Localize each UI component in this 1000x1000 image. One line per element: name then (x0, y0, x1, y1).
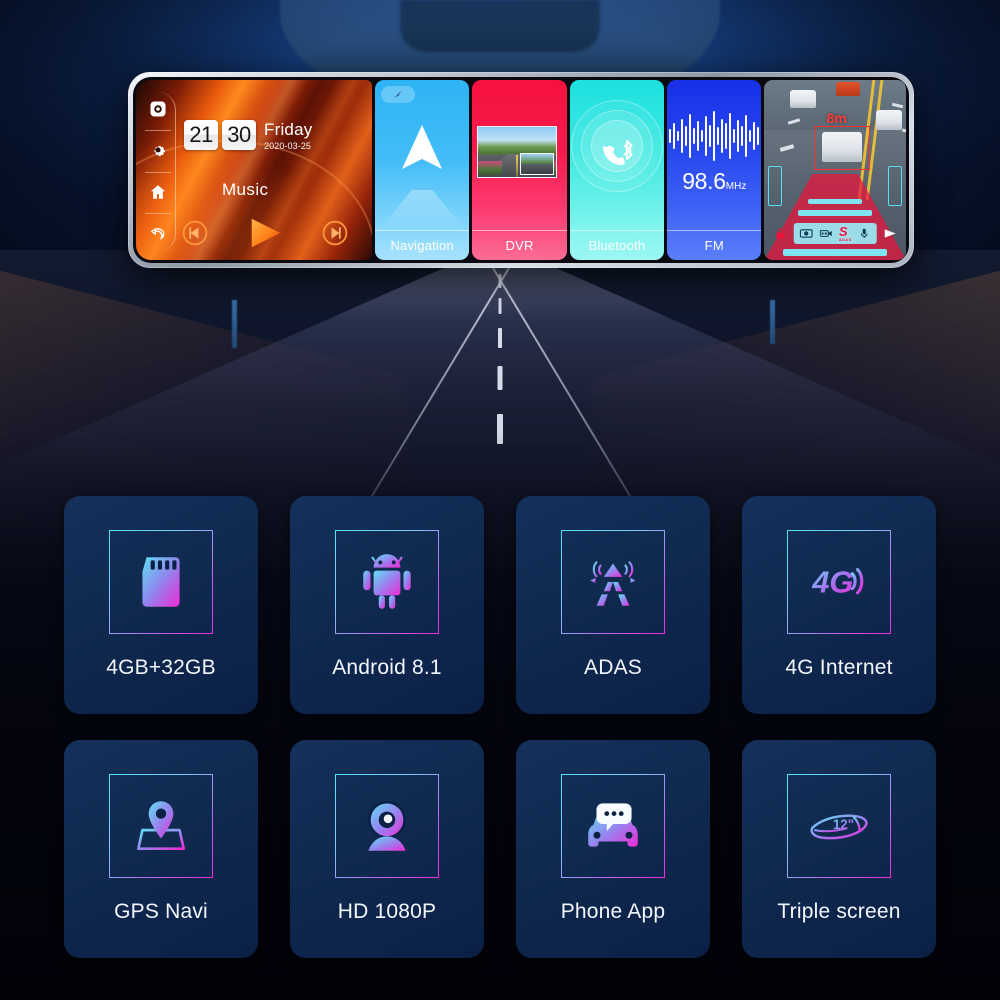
tile-adas[interactable]: 8m S ADAS (764, 80, 906, 260)
feature-label-internet: 4G Internet (785, 656, 893, 679)
bluetooth-preview (570, 80, 664, 230)
dvr-center-line (516, 155, 519, 177)
weekday-label: Friday (264, 120, 313, 139)
adas-vehicle-right (875, 110, 902, 130)
adas-toolbar: S ADAS (773, 223, 898, 244)
adas-logo-text: ADAS (838, 237, 852, 242)
adas-guide-bar (798, 210, 873, 216)
mirror-dashcam-device: 21 30 Friday 2020-03-25 Music Navigation… (128, 72, 914, 268)
dvr-roadside-left (478, 161, 502, 175)
device-sidebar (140, 92, 176, 252)
feature-label-android: Android 8.1 (332, 656, 442, 679)
tile-label-bluetooth: Bluetooth (569, 230, 665, 260)
adas-guide-bar (808, 199, 863, 204)
mirror-screen-icon: 12" (787, 774, 891, 878)
adas-lane-icon (561, 530, 665, 634)
dvr-picture-in-picture (520, 153, 555, 175)
map-pin-icon (109, 774, 213, 878)
navigation-beam (379, 190, 466, 230)
home-panel: 21 30 Friday 2020-03-25 Music (136, 80, 372, 260)
feature-label-storage: 4GB+32GB (106, 656, 216, 679)
settings-icon[interactable] (143, 130, 173, 165)
lane-dash (497, 366, 503, 390)
navigation-arrow-icon (402, 125, 443, 169)
date-label: 2020-03-25 (264, 141, 312, 151)
svg-text:4G: 4G (811, 564, 853, 599)
lane-dash (498, 274, 502, 288)
navigation-preview (375, 80, 469, 230)
svg-text:12": 12" (833, 817, 854, 832)
feature-card-gps[interactable]: GPS Navi (64, 740, 258, 958)
lane-dash (498, 328, 502, 348)
tile-fm[interactable]: 98.6MHz FM (667, 80, 762, 260)
camera-icon[interactable] (143, 94, 173, 124)
clock-display: 21 30 Friday 2020-03-25 (184, 120, 312, 151)
next-track-button[interactable] (320, 218, 350, 248)
microphone-icon[interactable] (856, 228, 871, 240)
feature-label-adas: ADAS (584, 656, 642, 679)
feature-card-adas[interactable]: ADAS (516, 496, 710, 714)
webcam-icon (335, 774, 439, 878)
feature-card-android[interactable]: Android 8.1 (290, 496, 484, 714)
fm-preview: 98.6MHz (667, 80, 761, 230)
feature-label-phone-app: Phone App (560, 900, 666, 923)
photo-icon[interactable] (799, 228, 814, 240)
tile-label-dvr: DVR (472, 230, 567, 260)
feature-card-phone-app[interactable]: Phone App (516, 740, 710, 958)
home-icon[interactable] (143, 171, 173, 207)
video-icon[interactable] (819, 228, 834, 240)
device-screen: 21 30 Friday 2020-03-25 Music Navigation… (133, 77, 909, 263)
adas-side-marker-left (768, 166, 783, 206)
adas-side-marker-right (887, 166, 902, 206)
adas-vehicle-far (836, 82, 861, 96)
tile-navigation[interactable]: Navigation (375, 80, 470, 260)
adas-guide-bar (783, 249, 888, 256)
back-icon[interactable] (143, 212, 173, 248)
android-robot-icon (335, 530, 439, 634)
feature-card-internet[interactable]: 4G 4G Internet (742, 496, 936, 714)
feature-card-storage[interactable]: 4GB+32GB (64, 496, 258, 714)
lock-icon[interactable] (773, 228, 788, 240)
tile-bluetooth[interactable]: Bluetooth (569, 80, 665, 260)
adas-distance-label: 8m (826, 110, 847, 126)
compass-icon (381, 86, 415, 103)
fm-frequency: 98.6MHz (667, 168, 761, 195)
app-tiles: Navigation DVR Bluetooth 98.6MHz FM 8m S… (372, 80, 906, 260)
fm-frequency-value: 98.6 (682, 168, 726, 194)
tile-dvr[interactable]: DVR (472, 80, 567, 260)
fm-frequency-unit: MHz (725, 181, 747, 192)
adas-logo-icon[interactable]: S ADAS (839, 225, 852, 242)
adas-toolbar-pill: S ADAS (793, 223, 877, 244)
tile-label-navigation: Navigation (375, 230, 470, 260)
feature-card-triple-screen[interactable]: 12" Triple screen (742, 740, 936, 958)
feature-label-triple-screen: Triple screen (777, 900, 901, 923)
feature-label-resolution: HD 1080P (337, 900, 437, 923)
previous-track-button[interactable] (180, 218, 210, 248)
fm-waveform-icon (669, 110, 760, 162)
adas-camera-view: 8m S ADAS (764, 80, 906, 260)
bluetooth-phone-icon (602, 140, 633, 165)
4g-signal-icon: 4G (787, 530, 891, 634)
tile-label-fm: FM (667, 230, 762, 260)
play-button[interactable] (242, 213, 288, 253)
sd-card-icon (109, 530, 213, 634)
dvr-preview (472, 80, 566, 230)
media-title: Music (222, 180, 269, 199)
dvr-photo-icon (477, 126, 558, 178)
lane-dash (498, 298, 502, 314)
play-arrow-icon[interactable] (882, 228, 897, 240)
date-block: Friday 2020-03-25 (264, 120, 312, 151)
car-chat-icon (561, 774, 665, 878)
clock-hour: 21 (184, 120, 218, 150)
feature-card-resolution[interactable]: HD 1080P (290, 740, 484, 958)
clock-minute: 30 (222, 120, 256, 150)
feature-grid: 4GB+32GB Android 8.1 ADAS 4G 4G Internet… (64, 496, 936, 958)
adas-vehicle-far (790, 90, 817, 108)
adas-detection-box (814, 126, 871, 170)
feature-label-gps: GPS Navi (114, 900, 208, 923)
media-transport-controls (180, 213, 350, 253)
